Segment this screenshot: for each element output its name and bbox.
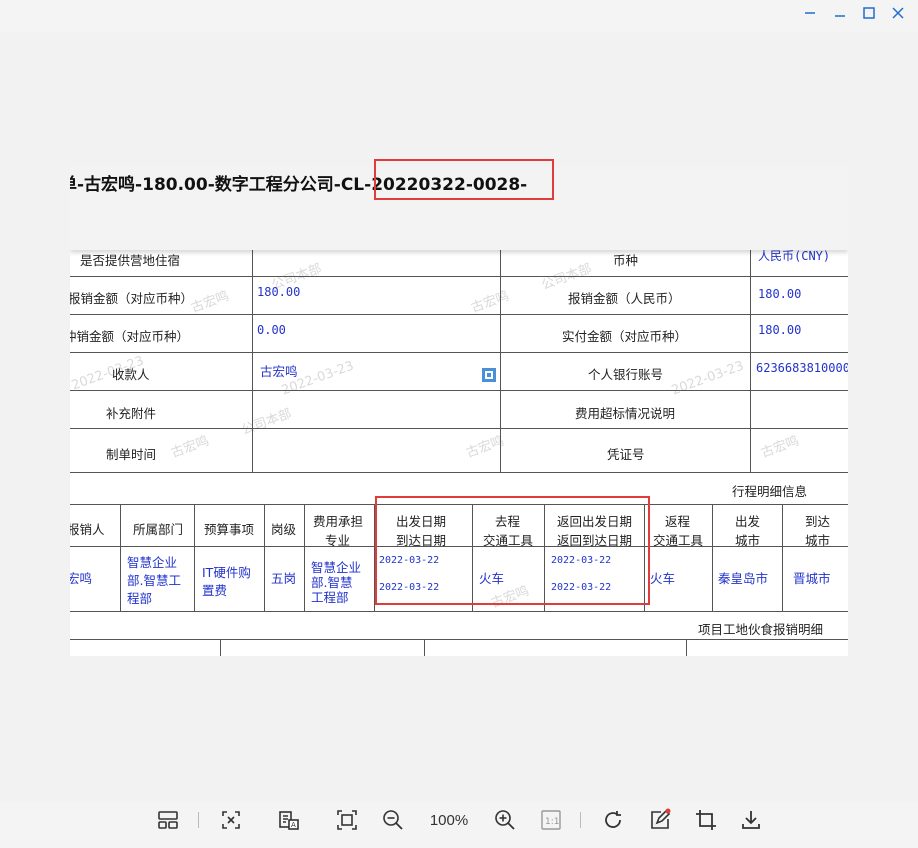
zoom-in-icon[interactable] <box>489 802 521 838</box>
title-bar <box>0 0 918 32</box>
label-bank-account: 个人银行账号 <box>588 367 664 382</box>
trip-header-from-city: 城市 <box>735 533 761 548</box>
meal-section-title: 项目工地伙食报销明细 <box>698 622 824 637</box>
label-reimburse-amount: 报销金额（对应币种） <box>70 291 194 306</box>
svg-text:1:1: 1:1 <box>545 817 559 827</box>
trip-header-from: 出发 <box>735 514 761 529</box>
trip-section-title: 行程明细信息 <box>732 484 808 499</box>
app-logo-icon <box>482 368 496 382</box>
actual-size-frame-icon[interactable] <box>331 802 363 838</box>
trip-dept-line1: 智慧企业 <box>127 555 178 570</box>
trip-header-budget: 预算事项 <box>204 522 255 537</box>
label-currency: 币种 <box>613 253 639 268</box>
rotate-icon[interactable] <box>597 802 629 838</box>
download-icon[interactable] <box>735 802 767 838</box>
highlight-document-number <box>374 159 554 200</box>
label-voucher-no: 凭证号 <box>607 447 645 462</box>
label-writeoff-amount: 冲销金额（对应币种） <box>70 329 190 344</box>
trip-header-reporter: 报销人 <box>70 522 105 537</box>
label-camp-accommodation: 是否提供营地住宿 <box>80 253 181 268</box>
trip-header-to-city: 城市 <box>805 533 831 548</box>
watermark: 古宏鸣 <box>469 288 512 317</box>
zoom-out-icon[interactable] <box>377 802 409 838</box>
trip-major-line3: 工程部 <box>311 590 349 605</box>
value-reimburse-rmb: 180.00 <box>758 287 802 301</box>
label-overspend-note: 费用超标情况说明 <box>575 406 676 421</box>
trip-header-dept: 所属部门 <box>133 522 184 537</box>
trip-dept-line3: 程部 <box>127 591 153 606</box>
watermark: 古宏鸣 <box>759 433 802 462</box>
trip-budget-line1: IT硬件购 <box>202 565 251 580</box>
edit-icon[interactable] <box>644 802 676 838</box>
trip-to-city: 晋城市 <box>793 571 831 586</box>
value-reimburse-amount: 180.00 <box>257 285 301 299</box>
viewer-toolbar: A 100% 1:1 <box>0 802 918 848</box>
trip-header-cost-major-1: 费用承担 <box>313 514 364 529</box>
trip-header-post: 岗级 <box>271 522 297 537</box>
watermark: 古宏鸣 <box>169 433 212 462</box>
trip-reporter: 宏鸣 <box>70 571 93 586</box>
trip-return-transport: 火车 <box>650 571 676 586</box>
highlight-trip-dates <box>375 496 650 605</box>
zoom-level: 100% <box>429 812 469 829</box>
trip-post: 五岗 <box>271 571 297 586</box>
value-writeoff-amount: 0.00 <box>257 323 286 337</box>
one-to-one-icon[interactable]: 1:1 <box>535 802 567 838</box>
value-bank-account: 6236683810000 <box>756 361 848 375</box>
minimize-icon[interactable] <box>800 6 820 26</box>
ocr-icon[interactable]: A <box>273 802 305 838</box>
crop-icon[interactable] <box>690 802 722 838</box>
trip-budget-line2: 置费 <box>202 583 228 598</box>
minimize-icon-alt[interactable] <box>830 6 850 26</box>
maximize-icon[interactable] <box>859 6 879 26</box>
trip-header-return-transport: 交通工具 <box>653 533 704 548</box>
watermark: 2022-03-23 <box>669 358 746 399</box>
label-attachments: 补充附件 <box>106 406 157 421</box>
trip-dept-line2: 部.智慧工 <box>127 573 181 588</box>
close-icon[interactable] <box>888 6 908 26</box>
watermark: 公司本部 <box>239 406 294 439</box>
trip-header-cost-major-2: 专业 <box>325 533 351 548</box>
watermark: 古宏鸣 <box>189 288 232 317</box>
trip-from-city: 秦皇岛市 <box>718 571 769 586</box>
trip-header-to: 到达 <box>805 514 831 529</box>
trip-header-return: 返程 <box>665 514 691 529</box>
label-payee: 收款人 <box>112 367 150 382</box>
value-payee: 古宏鸣 <box>260 364 298 379</box>
thumbnails-icon[interactable] <box>152 802 184 838</box>
label-reimburse-rmb: 报销金额（人民币） <box>568 291 681 306</box>
svg-text:A: A <box>291 821 296 829</box>
label-actual-paid: 实付金额（对应币种） <box>562 329 688 344</box>
fit-screen-icon[interactable] <box>215 802 247 838</box>
label-created-time: 制单时间 <box>106 447 157 462</box>
value-actual-paid: 180.00 <box>758 323 802 337</box>
